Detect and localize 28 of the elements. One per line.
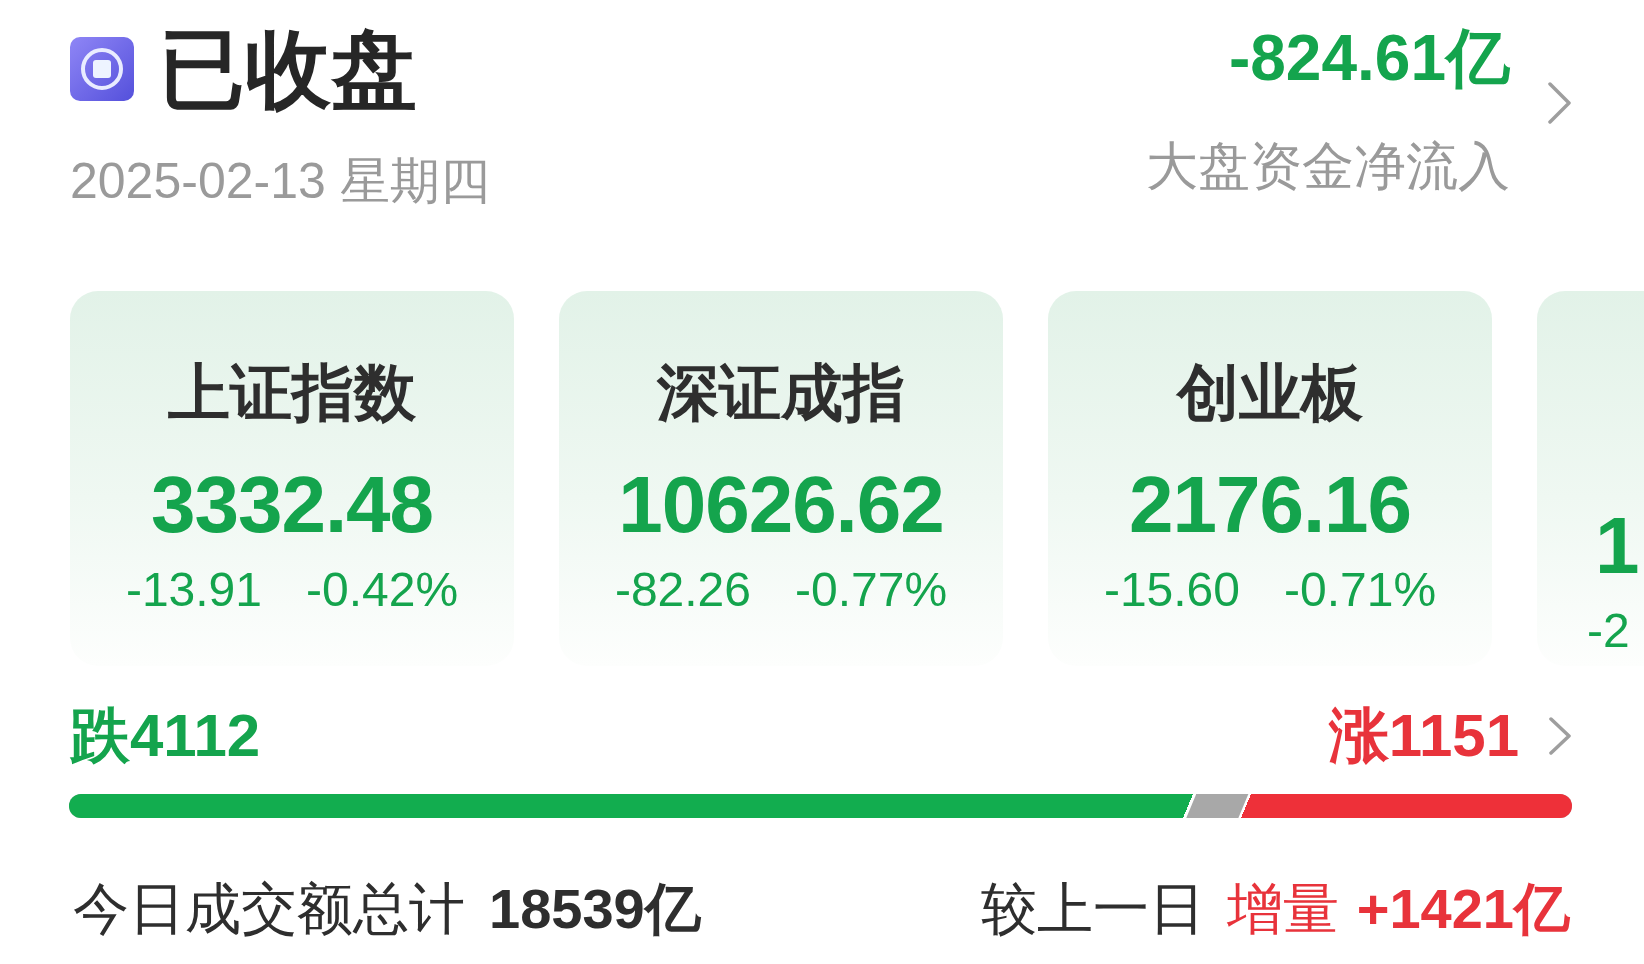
index-name: 深证成指 [656,362,906,424]
increase-value: +1421亿 [1356,881,1570,937]
turnover-value: 18539亿 [489,881,701,937]
net-inflow-label: 大盘资金净流入 [1146,140,1510,192]
falling-count: 跌4112 [70,706,261,766]
index-change-percent: -0.71% [1284,566,1437,614]
index-change: -15.60 [1103,566,1240,614]
index-change: -82.26 [614,566,751,614]
index-name: 创业板 [1175,362,1364,424]
market-status-title: 已收盘 [159,26,417,112]
index-name: 上证指数 [167,362,417,424]
chevron-right-icon[interactable] [1549,717,1572,755]
index-value: 1 [1594,506,1640,586]
turnover-label: 今日成交额总计 [73,881,465,937]
rising-count: 涨1151 [1328,706,1519,766]
increase-label: 增量 [1226,881,1339,937]
chevron-right-icon[interactable] [1548,82,1572,124]
index-value: 3332.48 [149,465,435,545]
index-change-percent: -0.77% [795,566,948,614]
date-text: 2025-02-13 星期四 [70,156,490,206]
index-change: -2 [1587,607,1630,655]
index-change: -13.91 [125,566,262,614]
index-change-percent: -0.42% [306,566,459,614]
compare-label: 较上一日 [980,881,1205,937]
index-value: 2176.16 [1127,465,1413,545]
net-inflow-value: -824.61亿 [1228,26,1510,90]
stop-icon [70,37,134,101]
index-value: 10626.62 [617,465,945,545]
